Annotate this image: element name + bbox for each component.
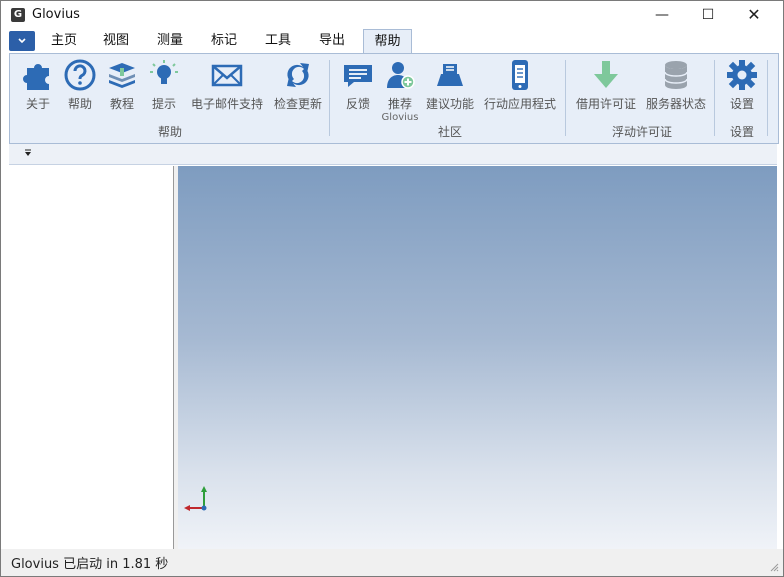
group-label-settings: 设置	[729, 125, 754, 139]
tab-export[interactable]: 导出	[309, 29, 355, 53]
email-support-button[interactable]: 电子邮件支持	[186, 58, 268, 112]
refer-label: 推荐	[387, 97, 412, 111]
about-button[interactable]: 关于	[18, 58, 58, 112]
tutorials-label: 教程	[109, 97, 134, 111]
suggest-feature-button[interactable]: 建议功能	[422, 58, 478, 112]
tab-home[interactable]: 主页	[41, 29, 87, 53]
tutorials-button[interactable]: 教程	[102, 58, 142, 112]
refer-button[interactable]: 推荐 Glovius	[380, 58, 420, 123]
gear-icon	[727, 60, 757, 90]
maximize-button[interactable]: ☐	[685, 1, 731, 29]
about-label: 关于	[25, 97, 50, 111]
tab-help[interactable]: 帮助	[363, 29, 412, 54]
ribbon-panel: 关于 帮助 教程 提示 电子邮件支持 检查更新 帮助 反馈 推荐 Glovius…	[9, 53, 779, 144]
app-window: G Glovius — ☐ ✕ 主页 视图 测量 标记 工具 导出 帮助 关于	[0, 0, 784, 577]
group-separator	[767, 60, 768, 136]
check-updates-button[interactable]: 检查更新	[270, 58, 326, 112]
chevron-down-icon	[18, 38, 26, 44]
feedback-label: 反馈	[345, 97, 370, 111]
borrow-license-button[interactable]: 借用许可证	[573, 58, 639, 112]
group-separator	[565, 60, 566, 136]
app-menu-button[interactable]	[9, 31, 35, 51]
borrow-license-label: 借用许可证	[575, 97, 636, 111]
quick-access-bar	[9, 144, 777, 165]
tab-measure[interactable]: 测量	[147, 29, 193, 53]
ribbon-tabs: 主页 视图 测量 标记 工具 导出 帮助	[1, 29, 783, 54]
minimize-button[interactable]: —	[639, 1, 685, 29]
group-label-community: 社区	[437, 125, 462, 139]
3d-viewport[interactable]	[178, 166, 777, 549]
tab-markup[interactable]: 标记	[201, 29, 247, 53]
add-user-icon	[387, 62, 415, 89]
dropdown-arrow-icon[interactable]	[23, 147, 33, 159]
group-separator	[329, 60, 330, 136]
check-updates-label: 检查更新	[273, 97, 322, 111]
group-label-help: 帮助	[157, 125, 182, 139]
tips-button[interactable]: 提示	[144, 58, 184, 112]
question-icon	[64, 59, 96, 91]
books-icon	[109, 63, 135, 88]
status-bar: Glovius 已启动 in 1.81 秒	[1, 549, 783, 576]
refer-sublabel: Glovius	[381, 112, 419, 123]
title-bar: G Glovius — ☐ ✕	[1, 1, 783, 29]
server-status-button[interactable]: 服务器状态	[642, 58, 710, 112]
status-text: Glovius 已启动 in 1.81 秒	[11, 557, 169, 572]
suggest-feature-label: 建议功能	[425, 97, 474, 111]
download-arrow-icon	[594, 61, 618, 88]
help-button[interactable]: 帮助	[60, 58, 100, 112]
settings-label: 设置	[729, 97, 754, 111]
tips-label: 提示	[151, 97, 176, 111]
window-title: Glovius	[32, 7, 80, 22]
suggest-icon	[437, 64, 463, 86]
refresh-icon	[287, 63, 309, 87]
resize-grip-icon[interactable]	[769, 562, 779, 572]
envelope-icon	[211, 64, 243, 87]
puzzle-icon	[23, 64, 49, 90]
chat-bubble-icon	[344, 65, 372, 87]
database-icon	[664, 61, 688, 89]
axis-triad-icon	[184, 486, 207, 511]
mobile-icon	[512, 60, 528, 90]
group-label-floating-license: 浮动许可证	[611, 125, 672, 139]
app-logo-icon: G	[11, 8, 25, 22]
tab-view[interactable]: 视图	[93, 29, 139, 53]
close-button[interactable]: ✕	[731, 1, 777, 29]
model-tree-panel[interactable]	[9, 166, 173, 549]
mobile-app-button[interactable]: 行动应用程式	[480, 58, 560, 112]
feedback-button[interactable]: 反馈	[338, 58, 378, 112]
mobile-app-label: 行动应用程式	[483, 97, 556, 111]
tab-tools[interactable]: 工具	[255, 29, 301, 53]
lightbulb-icon	[150, 60, 178, 84]
help-label: 帮助	[67, 97, 92, 111]
settings-button[interactable]: 设置	[722, 58, 762, 112]
group-separator	[714, 60, 715, 136]
email-support-label: 电子邮件支持	[190, 97, 263, 111]
server-status-label: 服务器状态	[645, 97, 706, 111]
